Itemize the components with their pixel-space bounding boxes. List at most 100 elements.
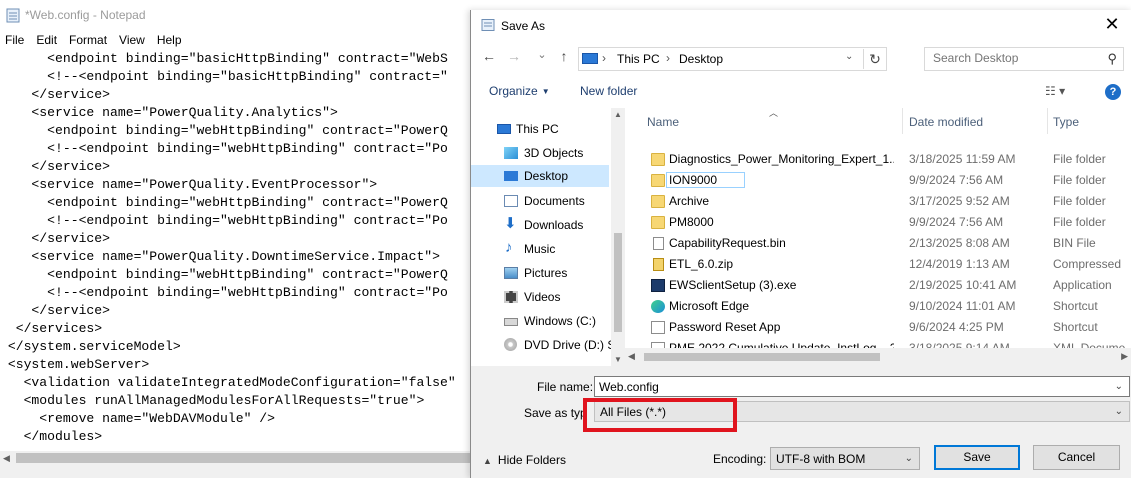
organize-label: Organize [489, 84, 538, 98]
nav-item-3d-objects[interactable]: 3D Objects [471, 142, 611, 164]
scrollbar-thumb[interactable] [16, 453, 470, 463]
chevron-down-icon[interactable]: ⌄ [1115, 406, 1123, 417]
navigation-pane: This PC 3D Objects Desktop Documents ⬇ D… [471, 108, 625, 366]
nav-item-pictures[interactable]: Pictures [471, 262, 611, 284]
file-row[interactable]: Password Reset App 9/6/2024 4:25 PM Shor… [637, 317, 1131, 338]
file-name-input[interactable] [595, 377, 1109, 396]
scroll-down-icon[interactable]: ▼ [614, 355, 622, 364]
text-line: <endpoint binding="webHttpBinding" contr… [0, 267, 448, 282]
search-input[interactable] [925, 48, 1103, 68]
file-row[interactable]: PM8000 9/9/2024 7:56 AM File folder [637, 212, 1131, 233]
menu-format[interactable]: Format [64, 30, 114, 50]
help-icon[interactable]: ? [1105, 84, 1121, 100]
breadcrumb-this-pc[interactable]: This PC [617, 52, 660, 66]
file-list-horizontal-scrollbar[interactable]: ◀ ▶ [625, 348, 1131, 366]
back-arrow-icon[interactable]: ← [479, 48, 499, 64]
menu-view[interactable]: View [114, 30, 152, 50]
download-icon: ⬇ [504, 215, 517, 232]
file-row[interactable]: Archive 3/17/2025 9:52 AM File folder [637, 191, 1131, 212]
save-form: File name: ⌄ Save as typ All Files (*.*)… [471, 366, 1131, 478]
caret-down-icon: ▼ [541, 87, 550, 96]
file-name: ETL_6.0.zip [669, 257, 734, 271]
nav-pane-scrollbar[interactable]: ▲ ▼ [611, 108, 625, 366]
nav-item-documents[interactable]: Documents [471, 190, 611, 212]
organize-button[interactable]: Organize ▼ [489, 84, 550, 98]
scroll-left-icon[interactable]: ◀ [3, 453, 10, 464]
file-row[interactable]: ETL_6.0.zip 12/4/2019 1:13 AM Compressed [637, 254, 1131, 275]
breadcrumb-desktop[interactable]: Desktop [679, 52, 723, 66]
caret-up-icon: ▲ [483, 456, 492, 466]
column-divider[interactable] [902, 108, 903, 134]
breadcrumb-chevron-icon[interactable]: › [666, 51, 670, 65]
new-folder-button[interactable]: New folder [580, 84, 637, 98]
close-icon[interactable]: ✕ [1102, 14, 1122, 35]
chevron-down-icon[interactable]: ⌄ [845, 51, 853, 62]
documents-icon [504, 195, 518, 207]
column-header-name[interactable]: Name [647, 115, 679, 129]
text-line: </services> [0, 321, 103, 336]
file-icon [653, 237, 664, 250]
file-name: EWSclientSetup (3).exe [669, 278, 797, 292]
search-icon: ⚲ [1107, 51, 1117, 66]
search-box[interactable]: ⚲ [924, 47, 1124, 71]
breadcrumb-chevron-icon[interactable]: › [602, 51, 606, 65]
recent-locations-icon[interactable]: ⌄ [532, 48, 552, 61]
file-row[interactable]: EWSclientSetup (3).exe 2/19/2025 10:41 A… [637, 275, 1131, 296]
text-line: <!--<endpoint binding="webHttpBinding" c… [0, 141, 448, 156]
text-line: <service name="PowerQuality.Analytics"> [0, 105, 338, 120]
folder-icon [651, 153, 665, 166]
nav-item-windows-c[interactable]: Windows (C:) [471, 310, 611, 332]
chevron-down-icon[interactable]: ⌄ [1115, 381, 1123, 392]
nav-item-label: Downloads [524, 218, 584, 232]
column-header-date[interactable]: Date modified [909, 115, 983, 129]
notepad-horizontal-scrollbar[interactable]: ◀ [0, 451, 470, 466]
folder-icon [651, 216, 665, 229]
notepad-status-bar [0, 466, 470, 478]
edge-icon [651, 300, 665, 313]
nav-item-dvd-drive[interactable]: DVD Drive (D:) SI [471, 334, 619, 356]
shortcut-icon [651, 321, 665, 334]
file-row[interactable]: ION9000 9/9/2024 7:56 AM File folder [637, 170, 1131, 191]
nav-item-this-pc[interactable]: This PC [471, 118, 611, 140]
exe-icon [651, 279, 665, 292]
scroll-right-icon[interactable]: ▶ [1121, 351, 1128, 362]
view-options-icon[interactable]: ☷ ▾ [1045, 84, 1065, 98]
column-header-type[interactable]: Type [1053, 115, 1079, 129]
menu-edit[interactable]: Edit [31, 30, 64, 50]
notepad-title: *Web.config - Notepad [25, 8, 146, 22]
column-divider[interactable] [1047, 108, 1048, 134]
up-folder-icon[interactable]: ↑ [554, 48, 574, 64]
hide-folders-button[interactable]: ▲ Hide Folders [483, 453, 566, 467]
text-line: </service> [0, 87, 111, 102]
nav-item-label: Music [524, 242, 556, 256]
nav-item-downloads[interactable]: ⬇ Downloads [471, 214, 611, 236]
chevron-down-icon[interactable]: ⌄ [905, 453, 913, 464]
scroll-up-icon[interactable]: ▲ [614, 110, 622, 119]
file-row[interactable]: CapabilityRequest.bin 2/13/2025 8:08 AM … [637, 233, 1131, 254]
menu-file[interactable]: File [0, 30, 31, 50]
file-name-combobox[interactable]: ⌄ [594, 376, 1130, 397]
file-row[interactable]: Microsoft Edge 9/10/2024 11:01 AM Shortc… [637, 296, 1131, 317]
file-date: 3/17/2025 9:52 AM [909, 194, 1010, 208]
forward-arrow-icon[interactable]: → [504, 48, 524, 64]
file-date: 9/9/2024 7:56 AM [909, 173, 1004, 187]
menu-help[interactable]: Help [152, 30, 189, 50]
refresh-icon[interactable]: ↻ [863, 49, 886, 69]
cancel-button[interactable]: Cancel [1033, 445, 1120, 470]
address-bar[interactable]: › This PC › Desktop ⌄ ↻ [578, 47, 887, 71]
encoding-select[interactable]: UTF-8 with BOM ⌄ [770, 447, 920, 470]
scrollbar-thumb[interactable] [644, 353, 880, 361]
file-date: 9/6/2024 4:25 PM [909, 320, 1004, 334]
scrollbar-thumb[interactable] [614, 233, 622, 332]
nav-item-music[interactable]: ♪ Music [471, 238, 611, 260]
videos-icon [504, 291, 518, 303]
file-type: Application [1053, 278, 1112, 292]
file-list: ︿ Name Date modified Type Diagnostics_Po… [637, 108, 1131, 366]
file-row[interactable]: Diagnostics_Power_Monitoring_Expert_1...… [637, 149, 1131, 170]
nav-item-videos[interactable]: Videos [471, 286, 611, 308]
scroll-left-icon[interactable]: ◀ [628, 351, 635, 362]
file-name: Password Reset App [669, 320, 781, 334]
save-button[interactable]: Save [934, 445, 1020, 470]
nav-item-desktop[interactable]: Desktop [471, 165, 609, 187]
notepad-text-area[interactable]: <endpoint binding="basicHttpBinding" con… [0, 50, 470, 452]
